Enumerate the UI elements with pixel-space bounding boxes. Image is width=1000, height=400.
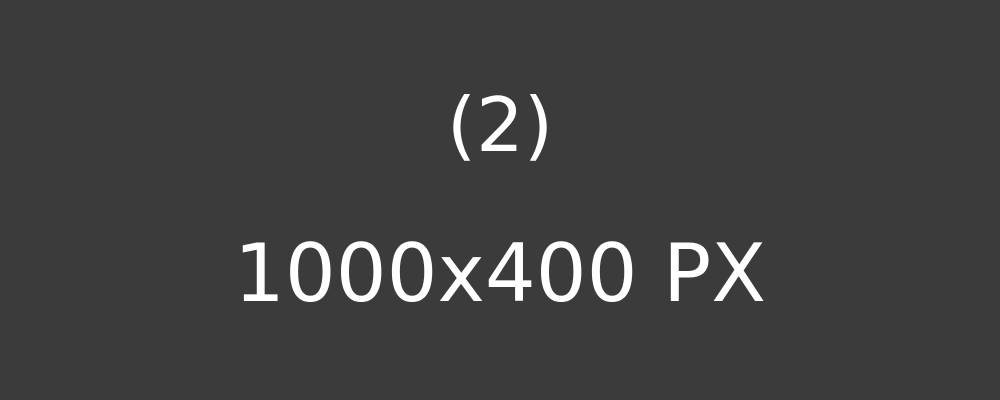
placeholder-index-label: (2) xyxy=(446,81,554,169)
placeholder-size-label: 1000x400 PX xyxy=(233,227,767,320)
placeholder-image: (2) 1000x400 PX xyxy=(0,0,1000,400)
